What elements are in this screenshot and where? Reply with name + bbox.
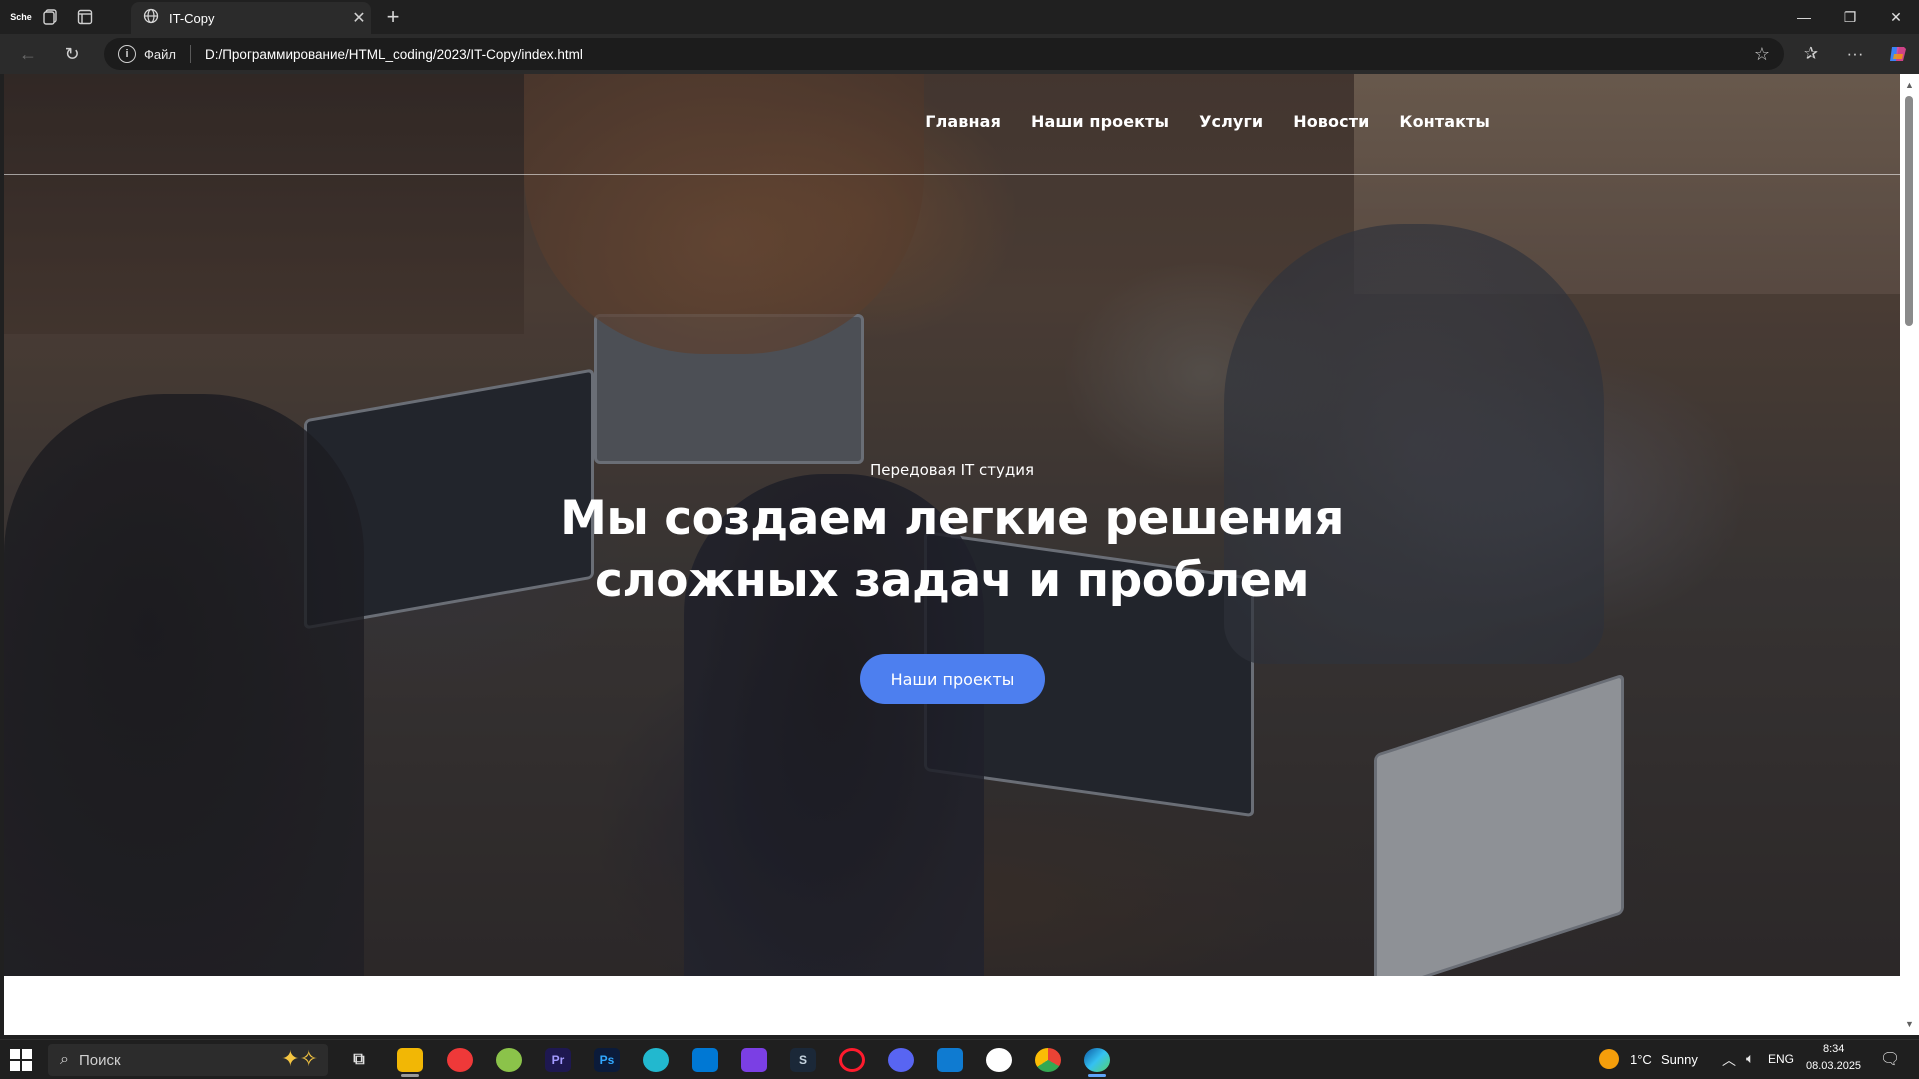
premiere-pro-icon[interactable]: Pr [545,1048,571,1072]
edge-icon[interactable] [1084,1048,1110,1072]
active-app-indicator [1088,1074,1106,1077]
info-icon[interactable]: i [118,45,136,63]
hero-title-line-1: Мы создаем легкие решения [560,491,1344,546]
new-tab-button[interactable]: + [380,4,406,30]
screen: Sche IT-Copy ✕ + — ❐ ✕ ← ↻ i Файл D:/Про… [0,0,1919,1079]
clock-time[interactable]: 8:34 [1823,1043,1844,1055]
header-divider [4,174,1900,175]
start-button[interactable] [10,1049,32,1071]
workspaces-icon[interactable] [40,6,62,28]
main-nav: Главная Наши проекты Услуги Новости Конт… [925,112,1490,131]
hero-section: Главная Наши проекты Услуги Новости Конт… [4,74,1900,976]
file-explorer-icon[interactable] [397,1048,423,1072]
minimize-button[interactable]: — [1781,0,1827,34]
our-projects-button[interactable]: Наши проекты [860,654,1045,704]
scroll-up-icon[interactable]: ▲ [1905,80,1914,90]
task-view-icon[interactable]: ⧉ [346,1048,372,1072]
nav-link-projects[interactable]: Наши проекты [1031,112,1169,131]
close-window-button[interactable]: ✕ [1873,0,1919,34]
photoshop-icon[interactable]: Ps [594,1048,620,1072]
address-bar[interactable]: i Файл D:/Программирование/HTML_coding/2… [104,38,1784,70]
page-scrollbar[interactable]: ▲ ▼ [1900,74,1919,1035]
overwatch-icon[interactable] [986,1048,1012,1072]
search-placeholder: Поиск [78,1051,121,1069]
tab-it-copy[interactable]: IT-Copy ✕ [131,2,371,34]
scroll-down-icon[interactable]: ▼ [1905,1019,1914,1029]
visual-studio-icon[interactable] [741,1048,767,1072]
nav-link-contacts[interactable]: Контакты [1399,112,1490,131]
favorites-icon[interactable]: ✰ [1797,41,1825,67]
chrome-icon[interactable] [1035,1048,1061,1072]
steam-icon[interactable]: S [790,1048,816,1072]
address-url[interactable]: D:/Программирование/HTML_coding/2023/IT-… [205,47,1754,62]
restore-button[interactable]: ❐ [1827,0,1873,34]
chevron-up-icon[interactable]: ︿ [1722,1050,1736,1070]
vivaldi-icon[interactable] [447,1048,473,1072]
back-button[interactable]: ← [14,41,42,67]
tab-actions-icon[interactable] [74,6,96,28]
hero-title: Мы создаем легкие решения сложных задач … [4,488,1900,612]
copilot-icon[interactable] [1884,41,1912,67]
volume-icon[interactable]: 🔈︎ [1746,1050,1754,1067]
page-viewport: Главная Наши проекты Услуги Новости Конт… [4,74,1900,1035]
favorite-star-icon[interactable]: ☆ [1754,44,1770,65]
clock-date[interactable]: 08.03.2025 [1806,1060,1861,1072]
more-menu-icon[interactable]: ··· [1841,41,1869,67]
tab-title: IT-Copy [169,10,215,26]
nav-link-news[interactable]: Новости [1293,112,1369,131]
tab-close-icon[interactable]: ✕ [347,8,371,28]
hero-subtitle: Передовая IT студия [870,461,1034,479]
discord-icon[interactable] [888,1048,914,1072]
running-app-indicator [401,1074,419,1077]
browser-app-icon[interactable] [643,1048,669,1072]
language-indicator[interactable]: ENG [1768,1052,1794,1066]
taskbar-search[interactable]: ⌕ Поиск ✦✧ [48,1044,328,1076]
vscode-icon[interactable] [692,1048,718,1072]
globe-icon [143,8,159,29]
weather-temp[interactable]: 1°C [1630,1052,1652,1067]
browser-titlebar: Sche IT-Copy ✕ + — ❐ ✕ [0,0,1919,34]
krita-icon[interactable] [496,1048,522,1072]
weather-sun-icon[interactable] [1599,1049,1619,1069]
nav-link-home[interactable]: Главная [925,112,1001,131]
outlook-icon[interactable] [937,1048,963,1072]
opera-icon[interactable] [839,1048,865,1072]
weather-text[interactable]: Sunny [1661,1052,1698,1067]
address-scheme: Файл [144,46,176,62]
browser-toolbar: ← ↻ i Файл D:/Программирование/HTML_codi… [0,34,1919,74]
scroll-thumb[interactable] [1905,96,1913,326]
sparkle-icon: ✦✧ [281,1046,318,1071]
notifications-icon[interactable]: 🗨︎ [1880,1049,1900,1069]
profile-icon[interactable]: Sche [10,6,32,28]
nav-link-services[interactable]: Услуги [1199,112,1263,131]
search-icon: ⌕ [60,1051,69,1068]
refresh-button[interactable]: ↻ [58,41,86,67]
address-divider [189,45,191,63]
hero-title-line-2: сложных задач и проблем [594,553,1310,608]
